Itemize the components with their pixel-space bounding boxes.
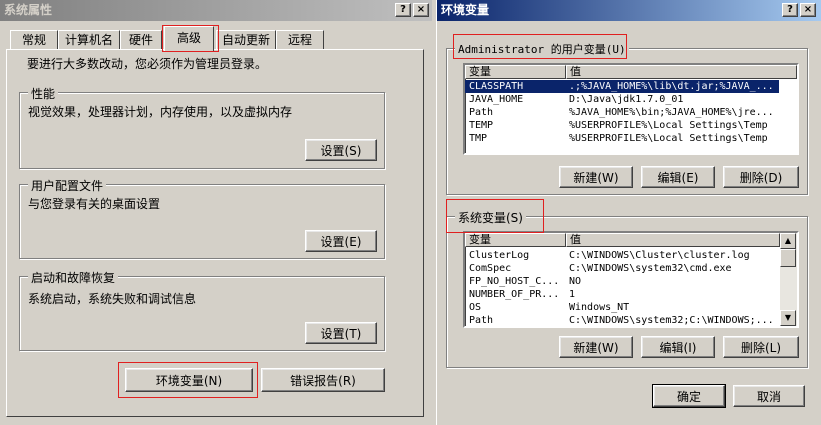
column-header-variable[interactable]: 变量 <box>465 233 566 247</box>
variable-name: OS <box>469 302 482 313</box>
variable-name: ClusterLog <box>469 250 530 261</box>
scroll-thumb[interactable] <box>780 249 796 267</box>
startup-recovery-settings-button[interactable]: 设置(T) <box>305 322 377 344</box>
tab-general[interactable]: 常规 <box>10 30 58 50</box>
tab-advanced[interactable]: 高级 <box>164 26 214 51</box>
variable-name: ComSpec <box>469 263 512 274</box>
user-profiles-title: 用户配置文件 <box>28 177 107 194</box>
variable-name: NUMBER_OF_PR... <box>469 289 560 300</box>
system-variables-list[interactable]: 变量 值 ClusterLog C:\WINDOWS\Cluster\cluste… <box>463 231 799 328</box>
variable-value: NO <box>569 276 582 287</box>
variable-value: D:\Java\jdk1.7.0_01 <box>569 94 684 105</box>
table-row[interactable]: Path %JAVA_HOME%\bin;%JAVA_HOME%\jre... <box>465 106 795 119</box>
column-header-variable[interactable]: 变量 <box>465 65 566 79</box>
startup-recovery-desc: 系统启动，系统失败和调试信息 <box>28 292 197 306</box>
tab-automatic-updates[interactable]: 自动更新 <box>216 30 276 50</box>
performance-title: 性能 <box>28 85 59 102</box>
error-reporting-button[interactable]: 错误报告(R) <box>261 368 385 392</box>
tab-computer-name[interactable]: 计算机名 <box>58 30 120 50</box>
variable-name: Path <box>469 315 494 326</box>
variable-name: TMP <box>469 133 488 144</box>
variable-name: FP_NO_HOST_C... <box>469 276 560 287</box>
advanced-tab-panel: 要进行大多数改动，您必须作为管理员登录。 性能 视觉效果，处理器计划，内存使用，… <box>6 49 424 417</box>
help-icon[interactable]: ? <box>782 3 798 17</box>
variable-value: C:\WINDOWS\Cluster\cluster.log <box>569 250 750 261</box>
system-variables-title: 系统变量(S) <box>455 209 526 226</box>
startup-recovery-title: 启动和故障恢复 <box>28 269 119 286</box>
column-header-value[interactable]: 值 <box>566 65 797 79</box>
variable-name: JAVA_HOME <box>469 94 524 105</box>
table-row[interactable]: NUMBER_OF_PR... 1 <box>465 288 779 301</box>
table-row[interactable]: Path C:\WINDOWS\system32;C:\WINDOWS;... <box>465 314 779 326</box>
window-title: 环境变量 <box>441 3 490 17</box>
table-row[interactable]: ClusterLog C:\WINDOWS\Cluster\cluster.log <box>465 249 779 262</box>
user-variables-list[interactable]: 变量 值 CLASSPATH .;%JAVA_HOME%\lib\dt.jar;%… <box>463 63 799 155</box>
user-delete-button[interactable]: 删除(D) <box>723 166 799 188</box>
help-icon[interactable]: ? <box>395 3 411 17</box>
tab-hardware[interactable]: 硬件 <box>120 30 162 50</box>
system-properties-titlebar[interactable]: 系统属性 <box>0 0 432 21</box>
tab-remote[interactable]: 远程 <box>276 30 324 50</box>
performance-settings-button[interactable]: 设置(S) <box>305 139 377 161</box>
startup-recovery-group: 启动和故障恢复 系统启动，系统失败和调试信息 设置(T) <box>19 269 385 351</box>
environment-variables-window: 环境变量 ? × Administrator 的用户变量(U) 变量 值 CLA… <box>436 0 821 425</box>
close-icon[interactable]: × <box>413 3 429 17</box>
performance-desc: 视觉效果，处理器计划，内存使用，以及虚拟内存 <box>28 105 293 119</box>
environment-variables-button[interactable]: 环境变量(N) <box>125 368 253 392</box>
variable-value: C:\WINDOWS\system32\cmd.exe <box>569 263 732 274</box>
column-header-value[interactable]: 值 <box>566 233 780 247</box>
variable-value: .;%JAVA_HOME%\lib\dt.jar;%JAVA_... <box>569 81 774 92</box>
variable-value: %USERPROFILE%\Local Settings\Temp <box>569 133 768 144</box>
variable-value: 1 <box>569 289 576 300</box>
system-properties-window: 系统属性 ? × 常规 计算机名 硬件 高级 自动更新 远程 要进行大多数改动，… <box>0 0 432 425</box>
scroll-down-icon[interactable]: ▼ <box>780 310 796 326</box>
cancel-button[interactable]: 取消 <box>733 385 805 407</box>
window-title: 系统属性 <box>4 3 53 17</box>
close-icon[interactable]: × <box>800 3 816 17</box>
variable-value: %JAVA_HOME%\bin;%JAVA_HOME%\jre... <box>569 107 774 118</box>
variable-value: Windows_NT <box>569 302 630 313</box>
scroll-up-icon[interactable]: ▲ <box>780 233 796 249</box>
system-edit-button[interactable]: 编辑(I) <box>641 336 715 358</box>
table-row[interactable]: ComSpec C:\WINDOWS\system32\cmd.exe <box>465 262 779 275</box>
system-new-button[interactable]: 新建(W) <box>559 336 633 358</box>
user-profiles-group: 用户配置文件 与您登录有关的桌面设置 设置(E) <box>19 177 385 259</box>
table-row[interactable]: OS Windows_NT <box>465 301 779 314</box>
variable-name: TEMP <box>469 120 494 131</box>
table-row[interactable]: JAVA_HOME D:\Java\jdk1.7.0_01 <box>465 93 795 106</box>
user-profiles-settings-button[interactable]: 设置(E) <box>305 230 377 252</box>
system-delete-button[interactable]: 删除(L) <box>723 336 799 358</box>
system-variables-group: 系统变量(S) 变量 值 ClusterLog C:\WINDOWS\Cluste… <box>446 209 808 368</box>
variable-name: CLASSPATH <box>469 81 524 92</box>
user-variables-group: Administrator 的用户变量(U) 变量 值 CLASSPATH.;%… <box>446 41 808 195</box>
variable-name: Path <box>469 107 494 118</box>
table-row[interactable]: TMP %USERPROFILE%\Local Settings\Temp <box>465 132 795 145</box>
environment-variables-titlebar[interactable]: 环境变量 <box>437 0 821 21</box>
table-row[interactable]: FP_NO_HOST_C... NO <box>465 275 779 288</box>
user-edit-button[interactable]: 编辑(E) <box>641 166 715 188</box>
variable-value: C:\WINDOWS\system32;C:\WINDOWS;... <box>569 315 774 326</box>
admin-notice: 要进行大多数改动，您必须作为管理员登录。 <box>27 57 268 71</box>
variable-value: %USERPROFILE%\Local Settings\Temp <box>569 120 768 131</box>
user-new-button[interactable]: 新建(W) <box>559 166 633 188</box>
system-variables-scrollbar[interactable]: ▲ ▼ <box>780 233 797 326</box>
user-variables-title: Administrator 的用户变量(U) <box>455 41 629 57</box>
performance-group: 性能 视觉效果，处理器计划，内存使用，以及虚拟内存 设置(S) <box>19 85 385 169</box>
table-row[interactable]: TEMP %USERPROFILE%\Local Settings\Temp <box>465 119 795 132</box>
user-profiles-desc: 与您登录有关的桌面设置 <box>28 197 161 211</box>
table-row[interactable]: CLASSPATH .;%JAVA_HOME%\lib\dt.jar;%JAVA_… <box>465 80 779 93</box>
ok-button[interactable]: 确定 <box>652 384 726 408</box>
